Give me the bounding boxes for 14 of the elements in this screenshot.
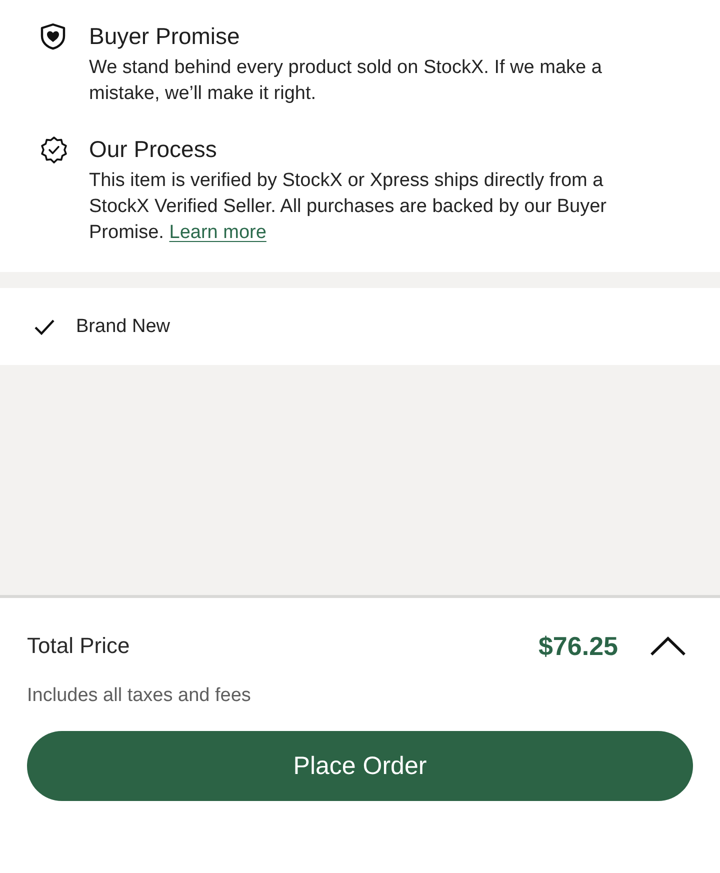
place-order-button[interactable]: Place Order — [27, 731, 693, 801]
feature-title: Buyer Promise — [89, 22, 241, 50]
price-note: Includes all taxes and fees — [27, 685, 251, 706]
feature-description: This item is verified by StockX or Xpress ships directly from a StockX Verified Seller. All purchases are backed by our Buyer Promise. Learn more — [89, 169, 608, 245]
learn-more-link[interactable]: Learn more — [169, 222, 266, 243]
checkmark-icon — [34, 318, 55, 334]
condition-label: Brand New — [76, 316, 170, 338]
total-price-label: Total Price — [27, 633, 130, 659]
total-price-value: $76.25 — [538, 630, 618, 662]
verified-badge-icon — [40, 136, 68, 164]
feature-title: Our Process — [89, 135, 218, 163]
shield-heart-icon — [40, 23, 66, 50]
chevron-up-icon[interactable] — [650, 636, 686, 656]
feature-description: We stand behind every product sold on StockX. If we make a mistake, we’ll make it right. — [89, 56, 603, 106]
